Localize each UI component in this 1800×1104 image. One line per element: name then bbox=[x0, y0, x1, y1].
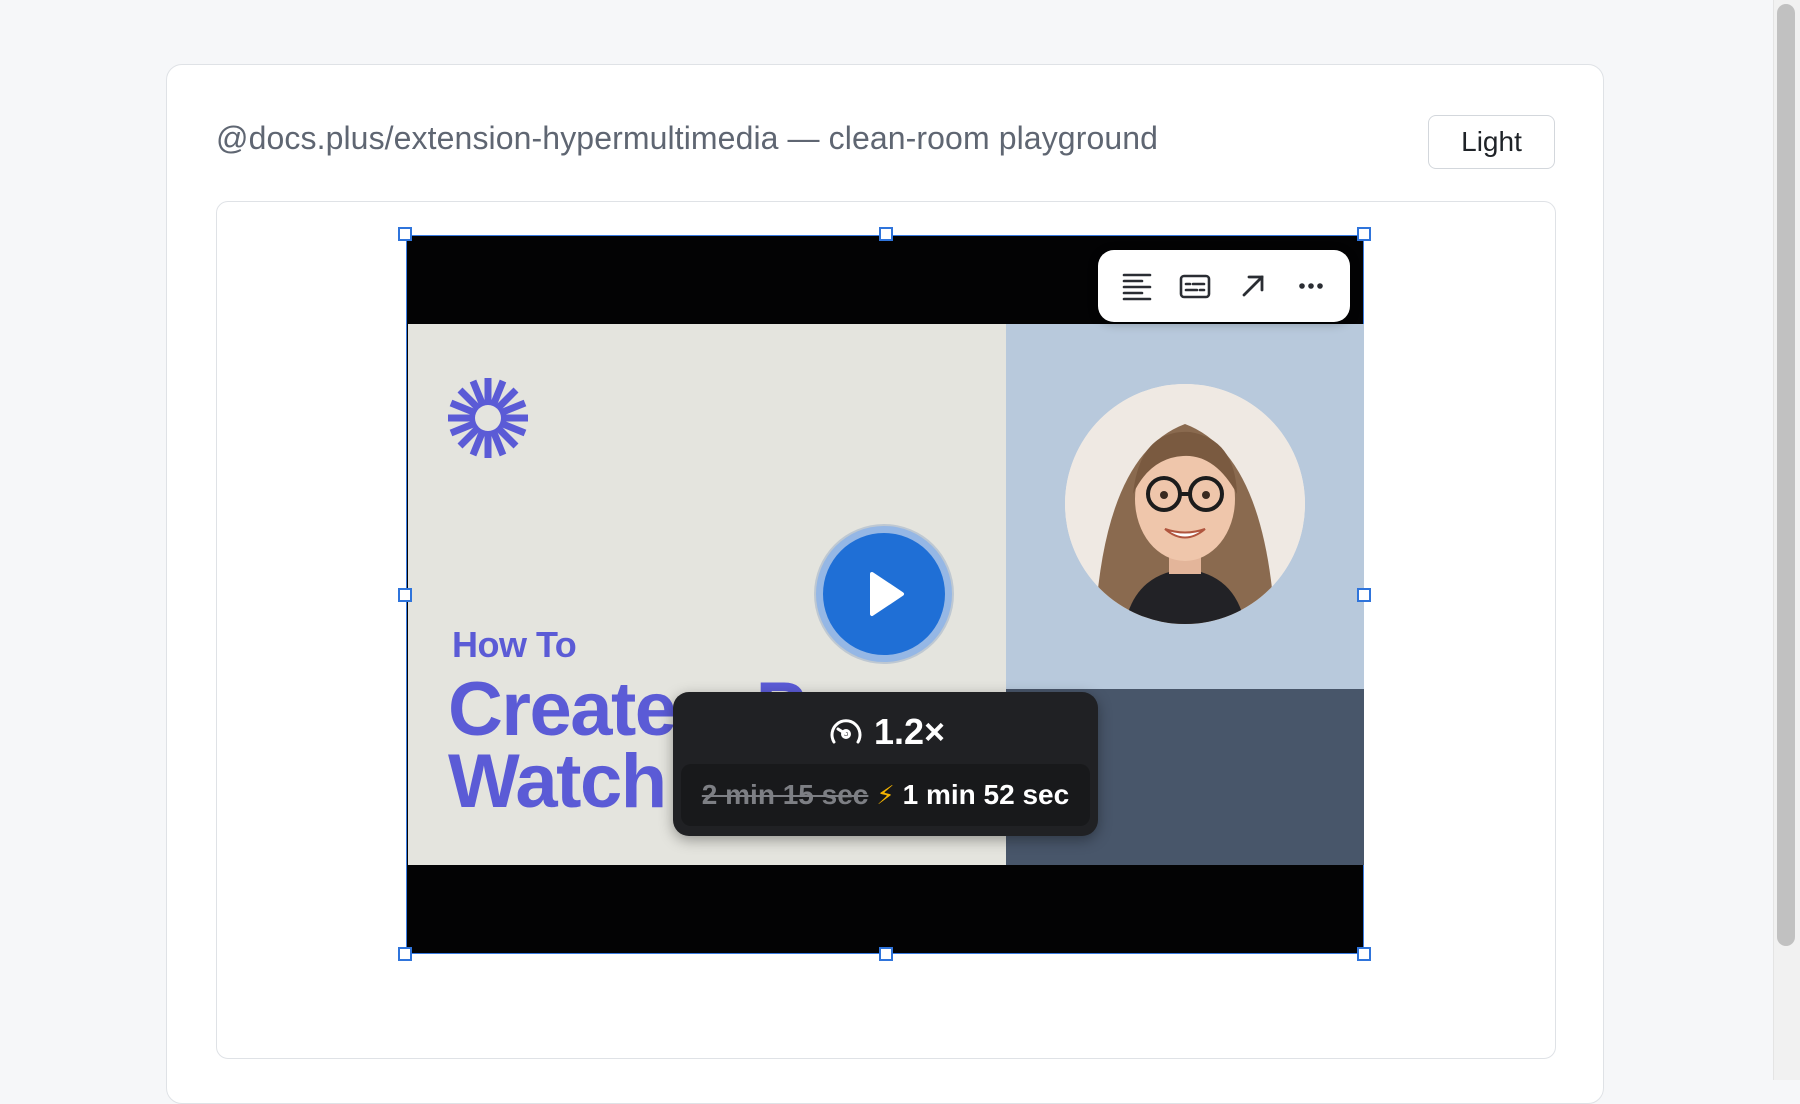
resize-handle-middle-right[interactable] bbox=[1357, 588, 1371, 602]
adjusted-duration: 1 min 52 sec bbox=[902, 779, 1070, 810]
scrollbar-thumb[interactable] bbox=[1777, 4, 1795, 946]
speed-value: 1.2× bbox=[873, 711, 946, 752]
resize-handle-bottom-right[interactable] bbox=[1357, 947, 1371, 961]
resize-handle-top-center[interactable] bbox=[879, 227, 893, 241]
open-external-icon bbox=[1242, 275, 1264, 297]
play-button[interactable] bbox=[816, 526, 952, 662]
page-title: @docs.plus/extension-hypermultimedia — c… bbox=[216, 120, 1159, 156]
media-toolbar bbox=[1098, 250, 1350, 322]
align-button[interactable] bbox=[1113, 262, 1161, 310]
original-duration: 2 min 15 sec bbox=[701, 779, 869, 810]
resize-handle-bottom-center[interactable] bbox=[879, 947, 893, 961]
playback-speed-card[interactable]: 1.2× 2 min 15 sec ⚡ 1 min 52 sec bbox=[673, 692, 1098, 836]
poster-eyebrow-text: How To bbox=[452, 624, 577, 665]
more-options-icon bbox=[1299, 283, 1323, 289]
presenter-photo bbox=[1065, 384, 1305, 624]
presenter-avatar bbox=[1065, 384, 1305, 624]
resize-handle-bottom-left[interactable] bbox=[398, 947, 412, 961]
more-options-button[interactable] bbox=[1287, 262, 1335, 310]
play-icon bbox=[870, 572, 904, 616]
resize-handle-top-right[interactable] bbox=[1357, 227, 1371, 241]
theme-toggle-button[interactable]: Light bbox=[1428, 115, 1555, 169]
speed-row[interactable]: 1.2× bbox=[673, 704, 1098, 760]
bolt-icon: ⚡ bbox=[876, 779, 895, 810]
align-left-icon bbox=[1122, 273, 1152, 301]
speed-gauge-icon bbox=[830, 719, 862, 744]
brand-logo-icon bbox=[448, 378, 528, 458]
resize-handle-middle-left[interactable] bbox=[398, 588, 412, 602]
duration-row: 2 min 15 sec ⚡ 1 min 52 sec bbox=[681, 764, 1090, 826]
open-external-button[interactable] bbox=[1229, 262, 1277, 310]
captions-icon bbox=[1179, 274, 1211, 299]
captions-button[interactable] bbox=[1171, 262, 1219, 310]
resize-handle-top-left[interactable] bbox=[398, 227, 412, 241]
